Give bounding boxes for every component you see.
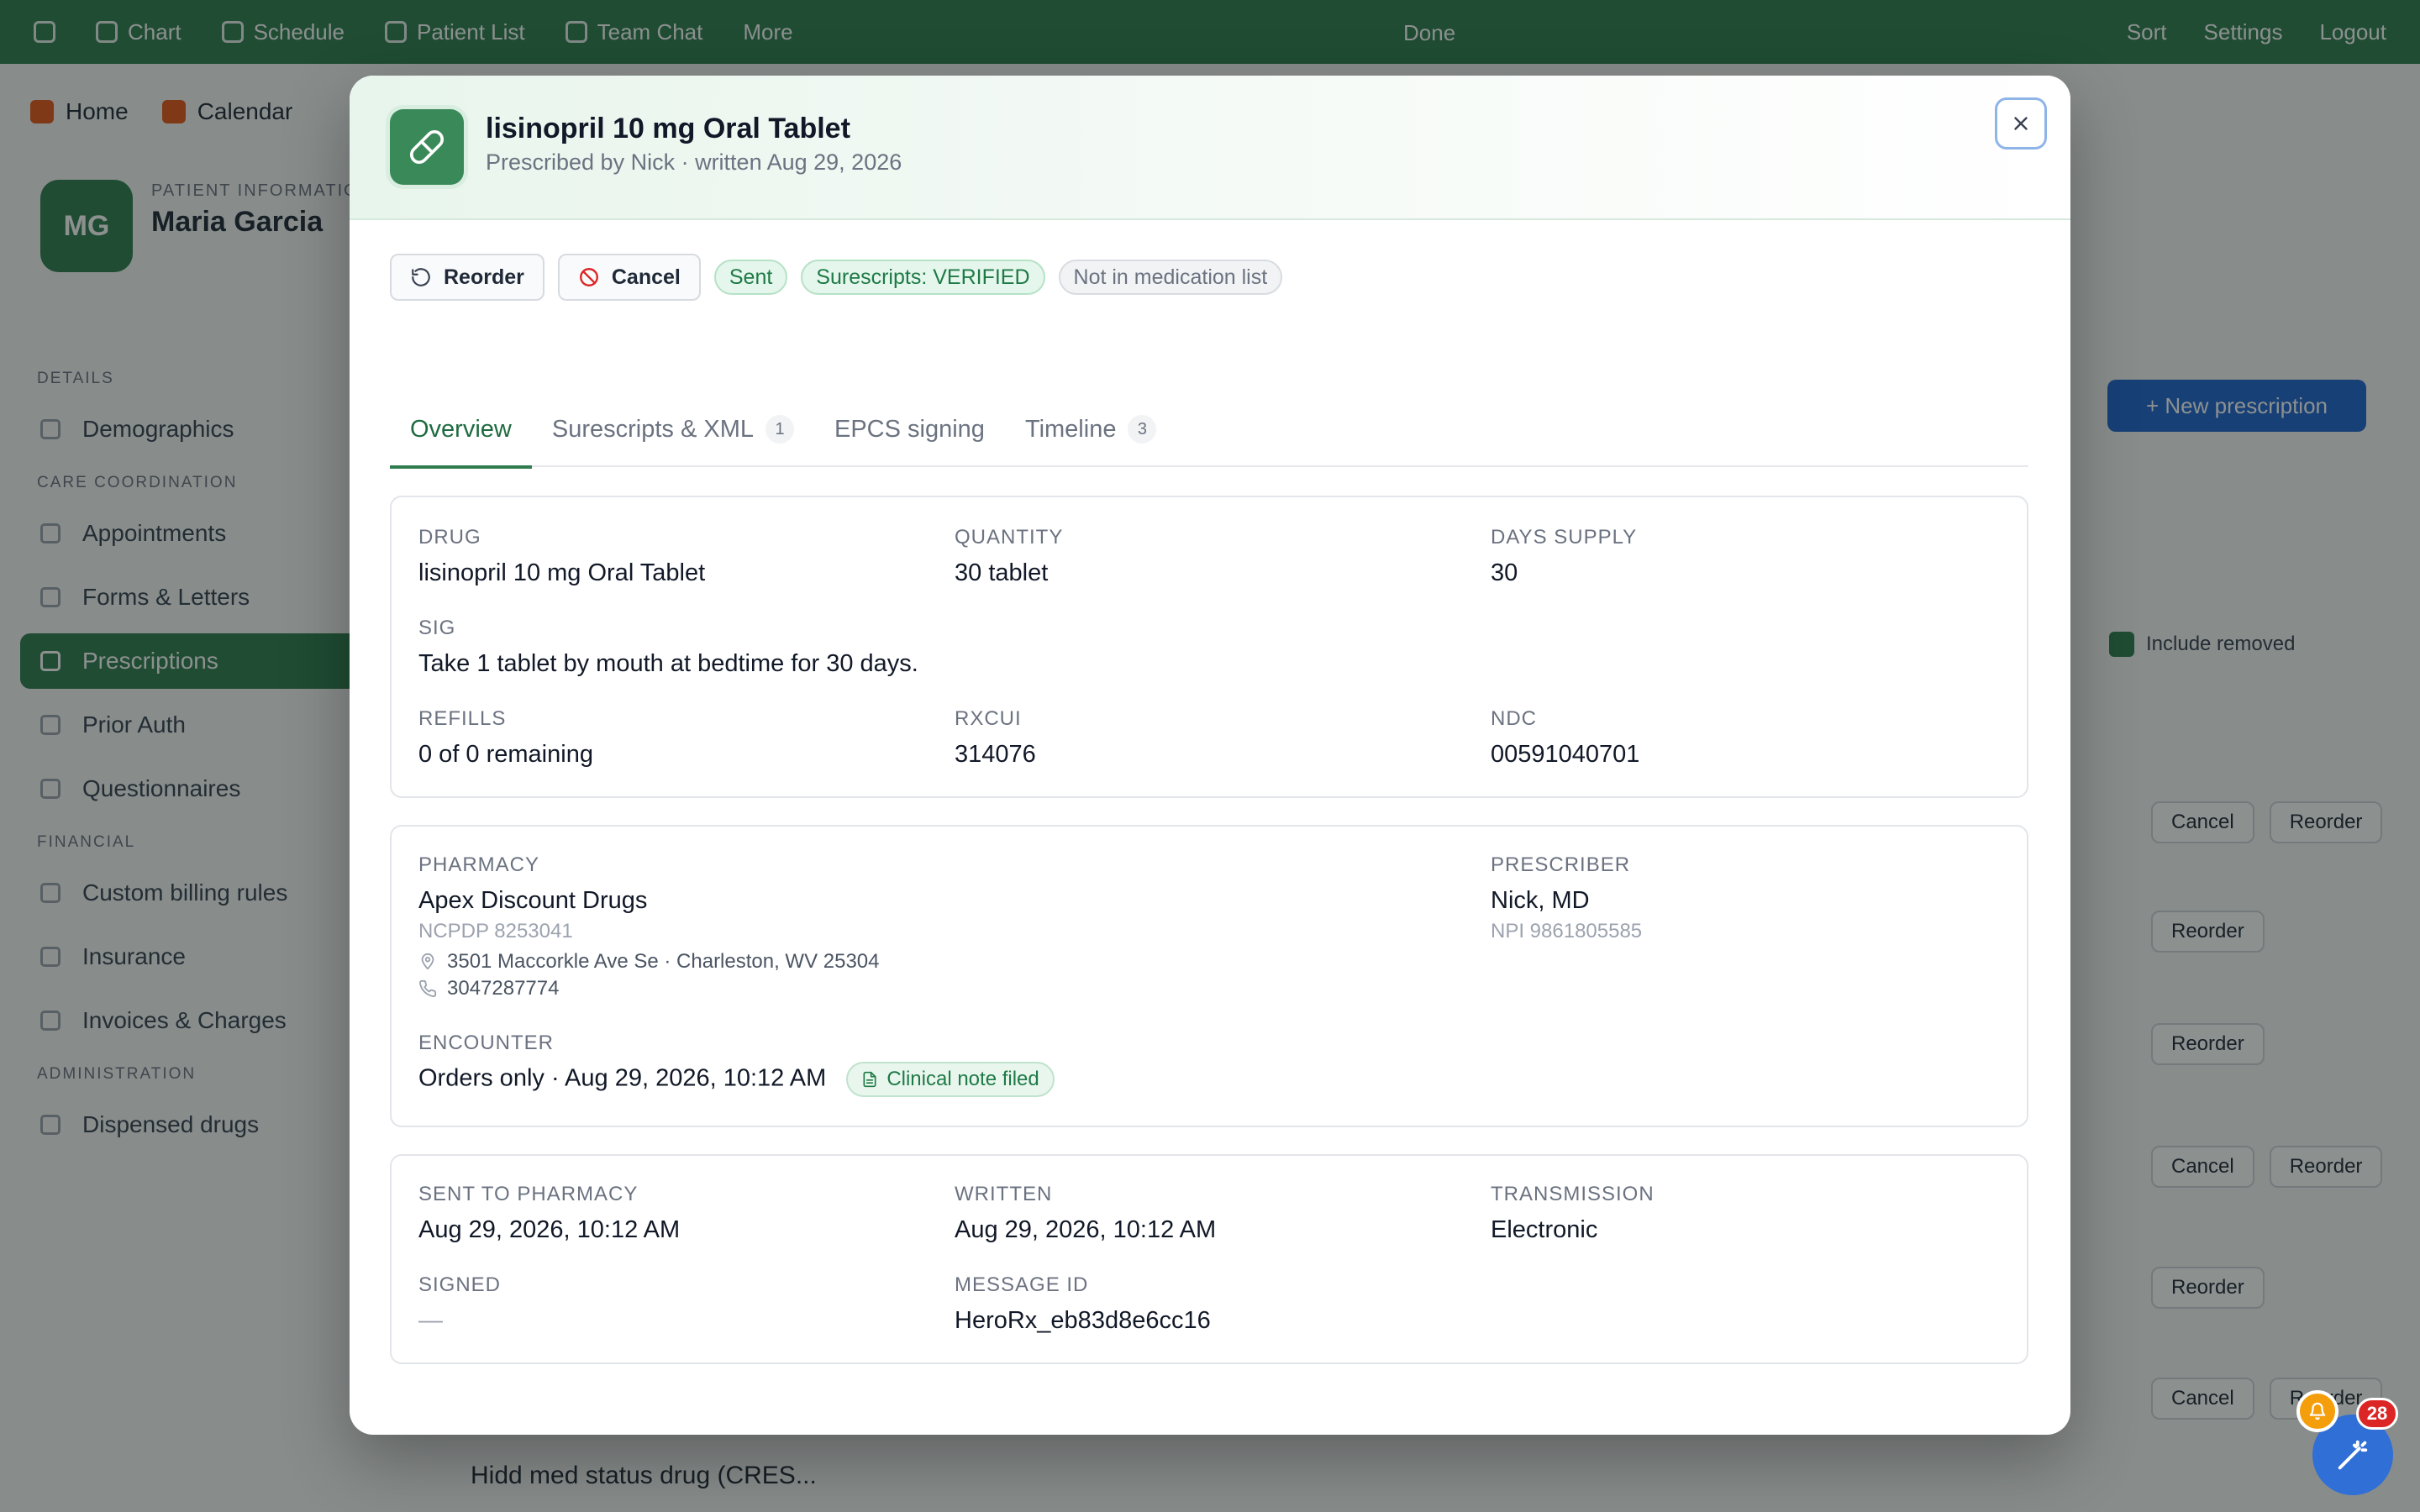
pharmacy-ncpdp: NCPDP 8253041 bbox=[418, 920, 573, 942]
tab-bar: Overview Surescripts & XML 1 EPCS signing… bbox=[390, 391, 2028, 469]
field-label: WRITTEN bbox=[955, 1183, 1053, 1205]
message-id-field: MESSAGE ID HeroRx_eb83d8e6cc16 bbox=[955, 1273, 1211, 1335]
ban-icon bbox=[579, 268, 598, 286]
clinical-note-badge[interactable]: Clinical note filed bbox=[846, 1062, 1055, 1097]
sent-value: Aug 29, 2026, 10:12 AM bbox=[418, 1216, 681, 1243]
sig-field: SIG Take 1 tablet by mouth at bedtime fo… bbox=[418, 617, 918, 678]
pharmacy-card: PHARMACY Apex Discount Drugs NCPDP 82530… bbox=[390, 825, 2028, 1127]
note-badge-label: Clinical note filed bbox=[886, 1068, 1039, 1090]
field-label: DAYS SUPPLY bbox=[1491, 526, 1638, 549]
status-badge-sent: Sent bbox=[713, 260, 788, 295]
encounter-row: Orders only · Aug 29, 2026, 10:12 AM Cli… bbox=[418, 1062, 1055, 1097]
phone-icon bbox=[419, 979, 437, 997]
notification-bell[interactable] bbox=[2296, 1390, 2338, 1432]
prescriber-npi: NPI 9861805585 bbox=[1491, 920, 1643, 942]
cancel-button[interactable]: Cancel bbox=[557, 254, 701, 301]
field-label: PRESCRIBER bbox=[1491, 853, 1631, 876]
field-label: SIG bbox=[418, 617, 456, 639]
pharmacy-name: Apex Discount Drugs bbox=[418, 887, 648, 914]
modal-subtitle: Prescribed by Nick · written Aug 29, 202… bbox=[486, 150, 902, 175]
drug-details-card: DRUG lisinopril 10 mg Oral Tablet QUANTI… bbox=[390, 496, 2028, 798]
rxcui-value: 314076 bbox=[955, 741, 1036, 768]
encounter-value: Orders only · Aug 29, 2026, 10:12 AM bbox=[418, 1064, 827, 1092]
tab-count: 1 bbox=[765, 415, 794, 444]
transmission-field: TRANSMISSION Electronic bbox=[1491, 1183, 1655, 1244]
signed-field: SIGNED — bbox=[418, 1273, 501, 1335]
tab-label: Overview bbox=[410, 415, 512, 443]
cancel-label: Cancel bbox=[611, 265, 681, 289]
ndc-value: 00591040701 bbox=[1491, 741, 1640, 768]
pharmacy-address: 3501 Maccorkle Ave Se · Charleston, WV 2… bbox=[418, 950, 880, 974]
sig-value: Take 1 tablet by mouth at bedtime for 30… bbox=[418, 650, 918, 677]
bell-icon bbox=[2309, 1402, 2326, 1420]
field-label: PHARMACY bbox=[418, 853, 540, 876]
rxcui-field: RXCUI 314076 bbox=[955, 707, 1036, 769]
prescription-detail-modal: lisinopril 10 mg Oral Tablet Prescribed … bbox=[350, 76, 2070, 1435]
tab-label: EPCS signing bbox=[834, 415, 985, 443]
notification-count-badge: 28 bbox=[2356, 1398, 2398, 1430]
modal-title: lisinopril 10 mg Oral Tablet bbox=[486, 113, 850, 144]
field-label: NDC bbox=[1491, 707, 1537, 730]
field-label: MESSAGE ID bbox=[955, 1273, 1089, 1296]
tab-label: Timeline bbox=[1024, 415, 1117, 443]
field-label: SIGNED bbox=[418, 1273, 502, 1296]
modal-header: lisinopril 10 mg Oral Tablet Prescribed … bbox=[350, 76, 2070, 220]
written-value: Aug 29, 2026, 10:12 AM bbox=[955, 1216, 1217, 1243]
field-label: SENT TO PHARMACY bbox=[418, 1183, 639, 1205]
field-label: DRUG bbox=[418, 526, 481, 549]
drug-value: lisinopril 10 mg Oral Tablet bbox=[418, 559, 706, 586]
drug-field: DRUG lisinopril 10 mg Oral Tablet bbox=[418, 526, 705, 587]
ndc-field: NDC 00591040701 bbox=[1491, 707, 1639, 769]
document-icon bbox=[863, 1071, 876, 1088]
tab-count: 3 bbox=[1128, 415, 1157, 444]
field-label: QUANTITY bbox=[955, 526, 1064, 549]
quantity-value: 30 tablet bbox=[955, 559, 1049, 586]
transmission-card: SENT TO PHARMACY Aug 29, 2026, 10:12 AM … bbox=[390, 1154, 2028, 1364]
tab-overview[interactable]: Overview bbox=[390, 391, 532, 469]
action-bar: Reorder Cancel Sent Surescripts: VERIFIE… bbox=[390, 254, 1283, 301]
encounter-field: ENCOUNTER Orders only · Aug 29, 2026, 10… bbox=[418, 1032, 1055, 1097]
reorder-label: Reorder bbox=[444, 265, 524, 289]
sent-field: SENT TO PHARMACY Aug 29, 2026, 10:12 AM bbox=[418, 1183, 680, 1244]
field-label: RXCUI bbox=[955, 707, 1022, 730]
pill-icon bbox=[390, 109, 464, 185]
days-supply-field: DAYS SUPPLY 30 bbox=[1491, 526, 1637, 587]
signed-value: — bbox=[418, 1307, 443, 1334]
transmission-value: Electronic bbox=[1491, 1216, 1598, 1243]
close-button[interactable] bbox=[1995, 97, 2047, 150]
field-label: ENCOUNTER bbox=[418, 1032, 555, 1054]
phone-text: 3047287774 bbox=[447, 977, 560, 1000]
tab-timeline[interactable]: Timeline 3 bbox=[1005, 391, 1177, 467]
prescriber-field: PRESCRIBER Nick, MD NPI 9861805585 bbox=[1491, 853, 1642, 943]
prescriber-name: Nick, MD bbox=[1491, 887, 1590, 914]
days-supply-value: 30 bbox=[1491, 559, 1518, 586]
magic-wand-icon bbox=[2338, 1440, 2368, 1470]
refills-field: REFILLS 0 of 0 remaining bbox=[418, 707, 593, 769]
map-pin-icon bbox=[421, 953, 434, 970]
tab-label: Surescripts & XML bbox=[551, 415, 754, 443]
message-id-value: HeroRx_eb83d8e6cc16 bbox=[955, 1307, 1211, 1334]
quantity-field: QUANTITY 30 tablet bbox=[955, 526, 1063, 587]
address-text: 3501 Maccorkle Ave Se · Charleston, WV 2… bbox=[447, 950, 880, 973]
tab-surescripts-xml[interactable]: Surescripts & XML 1 bbox=[532, 391, 814, 467]
status-badge-medication-list: Not in medication list bbox=[1058, 260, 1283, 295]
pharmacy-phone: 3047287774 bbox=[418, 977, 880, 1000]
tab-epcs-signing[interactable]: EPCS signing bbox=[814, 391, 1005, 467]
refresh-icon bbox=[412, 268, 430, 286]
status-badge-surescripts: Surescripts: VERIFIED bbox=[801, 260, 1045, 295]
pharmacy-field: PHARMACY Apex Discount Drugs NCPDP 82530… bbox=[418, 853, 880, 1000]
reorder-button[interactable]: Reorder bbox=[390, 254, 544, 301]
close-icon bbox=[2014, 117, 2028, 130]
written-field: WRITTEN Aug 29, 2026, 10:12 AM bbox=[955, 1183, 1216, 1244]
field-label: REFILLS bbox=[418, 707, 507, 730]
field-label: TRANSMISSION bbox=[1491, 1183, 1655, 1205]
refills-value: 0 of 0 remaining bbox=[418, 741, 593, 768]
